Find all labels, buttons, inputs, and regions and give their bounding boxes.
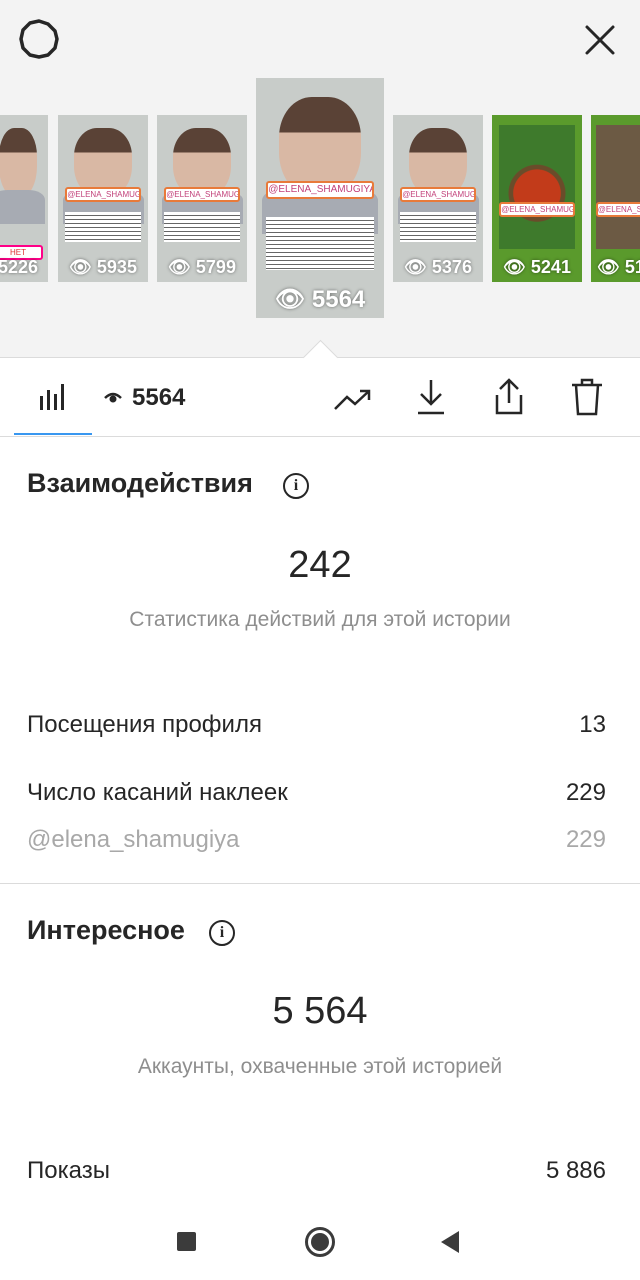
sticker-account-label: @elena_shamugiya bbox=[27, 826, 240, 853]
story-view-count: 👁 5799 bbox=[168, 257, 236, 277]
views-summary: 5564 bbox=[104, 384, 185, 412]
story-view-count: 5226 bbox=[0, 257, 39, 277]
system-nav-bar bbox=[0, 1204, 640, 1280]
sticker-taps-row: Число касаний наклеек 229 bbox=[27, 779, 606, 807]
promote-button[interactable] bbox=[330, 376, 376, 422]
profile-visits-value: 13 bbox=[579, 711, 606, 738]
toolbar-divider bbox=[0, 436, 640, 437]
story-view-count: 👁 51 bbox=[597, 257, 640, 277]
eye-icon bbox=[104, 392, 122, 403]
story-thumbnail[interactable]: @ELENA_SHAMUGIYA 👁 5935 bbox=[58, 115, 148, 282]
story-thumbnail[interactable]: НЕТ 5226 bbox=[0, 115, 48, 282]
story-view-count: 👁 5935 bbox=[69, 257, 137, 277]
back-button[interactable] bbox=[441, 1231, 459, 1253]
story-view-count: 👁 5564 bbox=[274, 286, 366, 313]
insights-tab-underline bbox=[14, 433, 92, 435]
story-tag: @ELENA_SHAMUGIYA bbox=[65, 186, 141, 202]
interactions-total: 242 bbox=[288, 544, 352, 586]
story-thumbnail[interactable]: @ELENA_SHA 👁 51 bbox=[591, 115, 640, 282]
section-divider bbox=[0, 883, 640, 884]
share-button[interactable] bbox=[486, 374, 532, 420]
story-tag: @ELENA_SHA bbox=[595, 201, 640, 217]
views-count: 5564 bbox=[132, 384, 186, 411]
share-icon bbox=[495, 378, 523, 415]
bar-chart-icon bbox=[40, 384, 64, 410]
profile-visits-label: Посещения профиля bbox=[27, 711, 262, 738]
story-thumbnail[interactable]: @ELENA_SHAMUGIYA 👁 5376 bbox=[393, 115, 483, 282]
story-tag: @ELENA_SHAMUGIYA bbox=[400, 186, 476, 202]
gear-icon[interactable] bbox=[16, 16, 62, 62]
sticker-account-value: 229 bbox=[565, 826, 606, 853]
story-thumbnail[interactable]: @ELENA_SHAMUGIYA 👁 5799 bbox=[157, 115, 247, 282]
story-thumbnail[interactable]: @ELENA_SHAMUGIYA 👁 5241 bbox=[492, 115, 582, 282]
discovery-caption: Аккаунты, охваченные этой историей bbox=[137, 1055, 503, 1078]
close-icon[interactable] bbox=[578, 18, 622, 62]
delete-button[interactable] bbox=[564, 374, 610, 420]
trash-icon bbox=[572, 378, 602, 416]
download-icon bbox=[418, 380, 444, 415]
interactions-title: Взаимодействия bbox=[27, 468, 253, 498]
recents-button[interactable] bbox=[177, 1232, 196, 1251]
info-icon[interactable]: i bbox=[209, 920, 235, 946]
trending-up-icon bbox=[334, 389, 371, 410]
profile-visits-row: Посещения профиля 13 bbox=[27, 711, 606, 739]
download-button[interactable] bbox=[408, 374, 454, 420]
home-button[interactable] bbox=[305, 1227, 335, 1257]
impressions-value: 5 886 bbox=[545, 1157, 606, 1184]
story-tag: @ELENA_SHAMUGIYA bbox=[499, 201, 575, 217]
impressions-label: Показы bbox=[27, 1157, 110, 1184]
discovery-title: Интересное bbox=[27, 915, 185, 945]
sticker-account-row: @elena_shamugiya 229 bbox=[27, 826, 606, 854]
story-tag: @ELENA_SHAMUGIYA bbox=[164, 186, 240, 202]
story-thumbnail-selected[interactable]: @ELENA_SHAMUGIYA 👁 5564 bbox=[256, 78, 384, 318]
discovery-total: 5 564 bbox=[272, 990, 368, 1032]
story-view-count: 👁 5241 bbox=[503, 257, 571, 277]
sticker-taps-value: 229 bbox=[565, 779, 606, 806]
story-tag: @ELENA_SHAMUGIYA bbox=[266, 181, 374, 200]
insights-tab[interactable] bbox=[14, 360, 92, 434]
story-view-count: 👁 5376 bbox=[404, 257, 472, 277]
interactions-caption: Статистика действий для этой истории bbox=[129, 608, 511, 631]
info-icon[interactable]: i bbox=[283, 473, 309, 499]
impressions-row: Показы 5 886 bbox=[27, 1157, 606, 1185]
sticker-taps-label: Число касаний наклеек bbox=[27, 779, 288, 806]
